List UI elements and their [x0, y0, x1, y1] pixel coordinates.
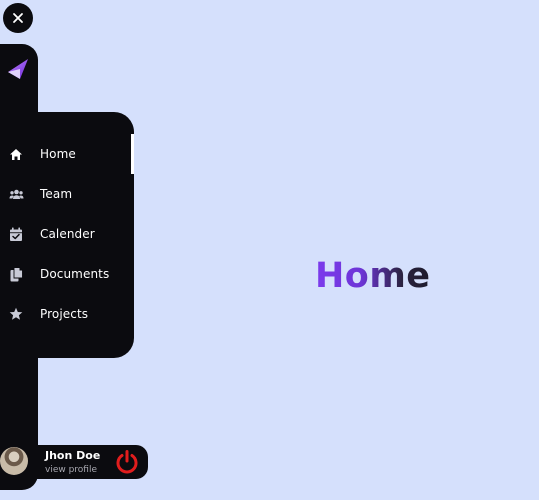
power-icon[interactable] — [114, 449, 140, 475]
nav-item-team[interactable]: Team — [0, 174, 134, 214]
profile-name: Jhon Doe — [45, 449, 101, 462]
nav-item-calender[interactable]: Calender — [0, 214, 134, 254]
nav-menu: Home Team Calender Documents Projects — [0, 112, 134, 358]
calendar-check-icon — [8, 226, 24, 242]
nav-item-label: Documents — [40, 267, 110, 281]
close-icon — [13, 13, 23, 23]
documents-icon — [8, 266, 24, 282]
nav-item-label: Home — [40, 147, 76, 161]
close-sidebar-button[interactable] — [3, 3, 33, 33]
page-title: Home — [315, 256, 431, 296]
view-profile-link[interactable]: view profile — [45, 465, 97, 475]
nav-item-documents[interactable]: Documents — [0, 254, 134, 294]
logo-icon — [8, 59, 28, 79]
home-icon — [8, 146, 24, 162]
nav-item-label: Calender — [40, 227, 95, 241]
nav-item-home[interactable]: Home — [0, 134, 134, 174]
star-icon — [8, 306, 24, 322]
nav-item-label: Projects — [40, 307, 89, 321]
nav-item-projects[interactable]: Projects — [0, 294, 134, 334]
avatar[interactable] — [0, 447, 28, 475]
users-icon — [8, 186, 24, 202]
nav-item-label: Team — [40, 187, 73, 201]
